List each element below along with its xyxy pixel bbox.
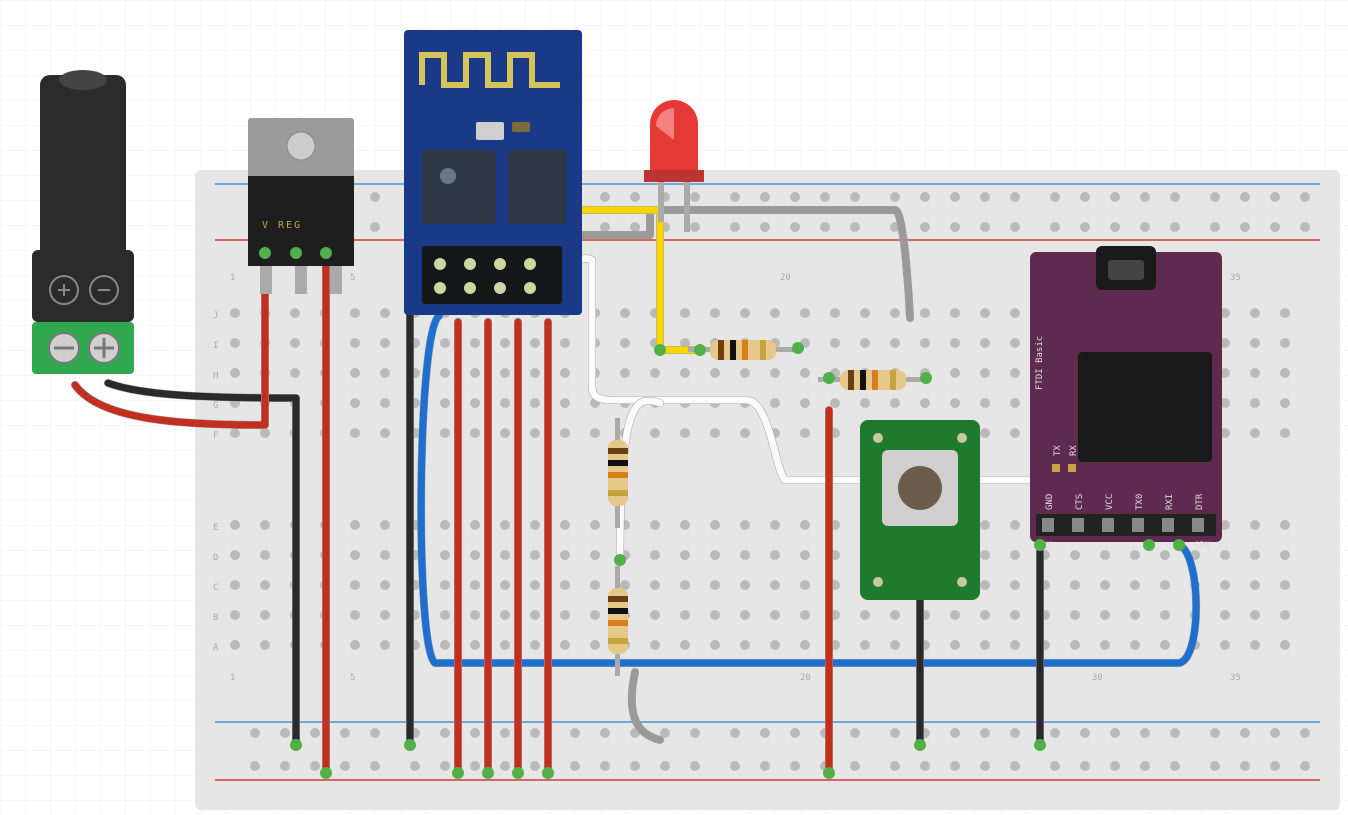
col-lbl: 35	[1230, 673, 1241, 683]
row-lbl: J	[213, 311, 218, 321]
ftdi-module: FTDI Basic TX RX GND CTS VCC TX0 RXI DTR…	[1030, 246, 1222, 551]
row-lbl: G	[213, 401, 218, 411]
ftdi-rx: RX	[1069, 445, 1079, 456]
ftdi-title: FTDI Basic	[1035, 336, 1045, 390]
ftdi-pin: RXI	[1165, 494, 1175, 510]
col-lbl: 5	[350, 673, 355, 683]
row-lbl: D	[213, 553, 218, 563]
esp8266-module	[404, 30, 582, 315]
row-lbl: I	[213, 341, 218, 351]
ftdi-pin: DTR	[1195, 493, 1205, 510]
row-lbl: C	[213, 583, 218, 593]
ftdi-pin: CTS	[1075, 494, 1085, 510]
col-lbl: 5	[350, 273, 355, 283]
ftdi-grn: GRN	[1194, 541, 1210, 551]
row-lbl: H	[213, 371, 218, 381]
ftdi-pin: TX0	[1135, 494, 1145, 510]
dc-jack	[32, 70, 134, 374]
col-lbl: 20	[800, 673, 811, 683]
voltage-regulator: V REG	[248, 118, 354, 294]
col-lbl: 20	[780, 273, 791, 283]
row-lbl: F	[213, 431, 218, 441]
ftdi-pin: VCC	[1105, 494, 1115, 510]
pushbutton	[860, 420, 980, 600]
col-lbl: 1	[230, 273, 235, 283]
ftdi-pin: GND	[1045, 494, 1055, 510]
row-lbl: B	[213, 613, 218, 623]
ftdi-tx: TX	[1053, 445, 1063, 456]
col-lbl: 30	[1092, 673, 1103, 683]
col-lbl: 35	[1230, 273, 1241, 283]
col-lbl: 1	[230, 673, 235, 683]
row-lbl: A	[213, 643, 219, 653]
fritzing-diagram: 1 5 20 30 35 J I H G F E D C B A 1 5 20 …	[0, 0, 1348, 815]
vreg-label: V REG	[262, 220, 302, 231]
row-lbl: E	[213, 523, 218, 533]
